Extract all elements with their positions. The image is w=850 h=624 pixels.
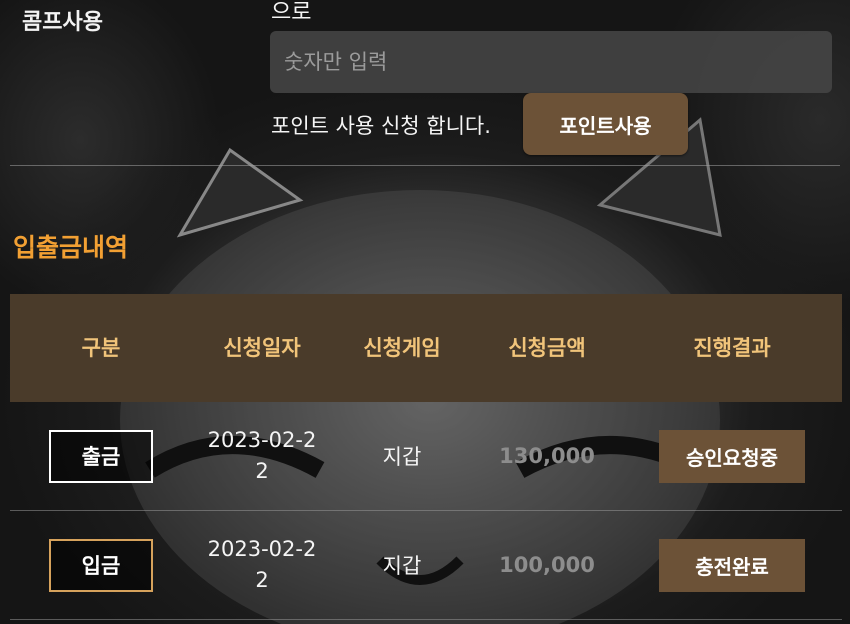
section-divider: [10, 165, 840, 166]
use-points-button[interactable]: 포인트사용: [523, 93, 688, 155]
status-badge: 충전완료: [659, 538, 805, 592]
request-amount: 100,000: [499, 553, 595, 577]
request-date: 2023-02-22: [207, 537, 317, 592]
column-header-amount: 신청금액: [508, 336, 586, 360]
table-row: 입금 2023-02-22 지갑 100,000 충전완료: [10, 511, 842, 620]
prefix-text: 으로: [271, 0, 312, 25]
request-game: 지갑: [382, 445, 422, 469]
comp-use-label: 콤프사용: [22, 10, 103, 35]
request-date: 2023-02-22: [207, 428, 317, 483]
transaction-table: 구분 신청일자 신청게임 신청금액 진행결과 출금 2023-02-22 지갑 …: [10, 294, 842, 620]
column-header-game: 신청게임: [363, 336, 441, 360]
column-header-type: 구분: [81, 336, 121, 360]
table-header: 구분 신청일자 신청게임 신청금액 진행결과: [10, 294, 842, 402]
table-row: 출금 2023-02-22 지갑 130,000 승인요청중: [10, 402, 842, 511]
deposit-badge: 입금: [49, 538, 153, 592]
column-header-status: 진행결과: [693, 336, 771, 360]
column-header-date: 신청일자: [223, 336, 301, 360]
withdrawal-badge: 출금: [49, 429, 153, 483]
transaction-history-title: 입출금내역: [13, 233, 129, 262]
request-game: 지갑: [382, 554, 422, 578]
status-badge: 승인요청중: [659, 429, 805, 483]
point-amount-input[interactable]: [270, 31, 832, 93]
apply-description: 포인트 사용 신청 합니다.: [271, 114, 491, 138]
request-amount: 130,000: [499, 444, 595, 468]
